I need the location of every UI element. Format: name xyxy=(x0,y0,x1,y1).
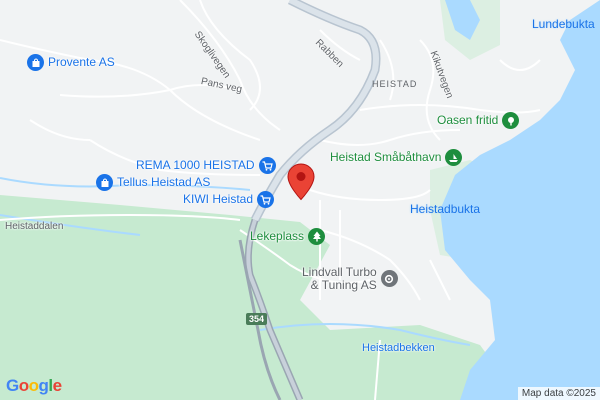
street-label-heistaddalen: Heistaddalen xyxy=(5,221,64,232)
shopping-bag-icon xyxy=(96,174,113,191)
location-marker[interactable] xyxy=(287,163,315,206)
water-label-lundebukta: Lundebukta xyxy=(532,17,595,31)
poi-label: KIWI Heistad xyxy=(183,191,254,206)
poi-lindvall[interactable]: Lindvall Turbo & Tuning AS xyxy=(302,265,398,293)
poi-lekeplass[interactable]: Lekeplass xyxy=(250,228,326,245)
marina-icon xyxy=(445,149,463,166)
poi-tellus[interactable]: Tellus Heistad AS xyxy=(96,174,210,191)
poi-label: Provente AS xyxy=(48,54,115,69)
poi-oasen-fritid[interactable]: Oasen fritid xyxy=(437,112,520,129)
map-pin-icon xyxy=(287,163,315,201)
google-logo[interactable]: Google xyxy=(6,376,62,396)
poi-label-line2: & Tuning AS xyxy=(310,278,377,293)
poi-label: Oasen fritid xyxy=(437,112,499,127)
map-attribution[interactable]: Map data ©2025 xyxy=(517,387,600,400)
shopping-bag-icon xyxy=(27,54,44,71)
park-icon xyxy=(502,112,520,129)
poi-rema-1000[interactable]: REMA 1000 HEISTAD xyxy=(136,157,276,174)
poi-label: Tellus Heistad AS xyxy=(117,174,211,189)
shopping-cart-icon xyxy=(258,157,276,174)
area-label-heistad: HEISTAD xyxy=(372,79,418,89)
route-shield-354: 354 xyxy=(246,313,268,325)
poi-label: Heistad Småbåthavn xyxy=(330,149,442,164)
poi-heistad-smabathavn[interactable]: Heistad Småbåthavn xyxy=(330,149,463,166)
poi-provente[interactable]: Provente AS xyxy=(27,54,115,71)
water-label-heistadbukta: Heistadbukta xyxy=(410,202,481,216)
tree-icon xyxy=(308,228,326,245)
shopping-cart-icon xyxy=(257,191,275,208)
poi-kiwi[interactable]: KIWI Heistad xyxy=(183,191,275,208)
poi-label: REMA 1000 HEISTAD xyxy=(136,157,255,172)
gear-icon xyxy=(380,270,398,287)
map-canvas[interactable]: HEISTAD Skoglivegen Rabben Kikutvegen Pa… xyxy=(0,0,600,400)
poi-label: Lekeplass xyxy=(250,228,305,243)
creek-label-heistadbekken: Heistadbekken xyxy=(362,342,435,354)
